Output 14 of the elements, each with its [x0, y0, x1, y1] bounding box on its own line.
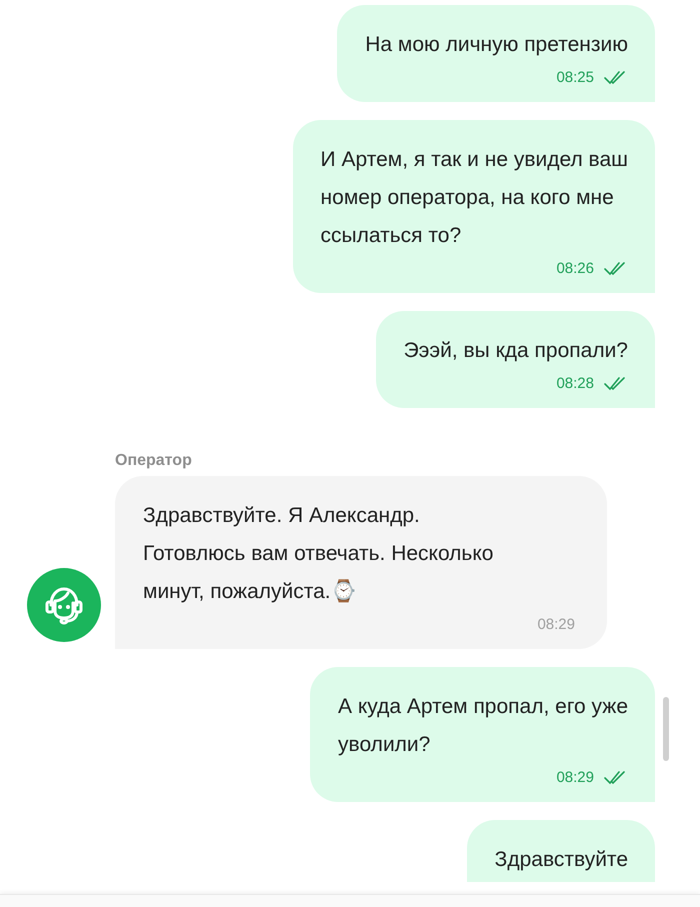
message-time: 08:29	[556, 768, 594, 788]
message-text: И Артем, я так и не увидел ваш номер оператора, на кого мне ссылаться то?	[320, 147, 628, 249]
message-time: 08:26	[556, 259, 594, 279]
double-check-icon	[604, 377, 628, 391]
message-time: 08:25	[556, 68, 594, 88]
message-text: Эээй, вы кда пропали?	[404, 338, 628, 364]
message-text: А куда Артем пропал, его уже уволили?	[338, 694, 628, 758]
message-text: На мою личную претензию	[365, 32, 628, 58]
message-text: Здравствуйте. Я Александр. Готовлюсь вам отвечать. Несколько минут, пожалуйста.⌚	[143, 503, 494, 605]
message-text: Здравствуйте	[494, 847, 628, 873]
message-time: 08:28	[556, 374, 594, 394]
sender-name: Оператор	[115, 452, 193, 470]
scrollbar[interactable]	[663, 697, 669, 761]
message-time: 08:29	[537, 615, 575, 635]
